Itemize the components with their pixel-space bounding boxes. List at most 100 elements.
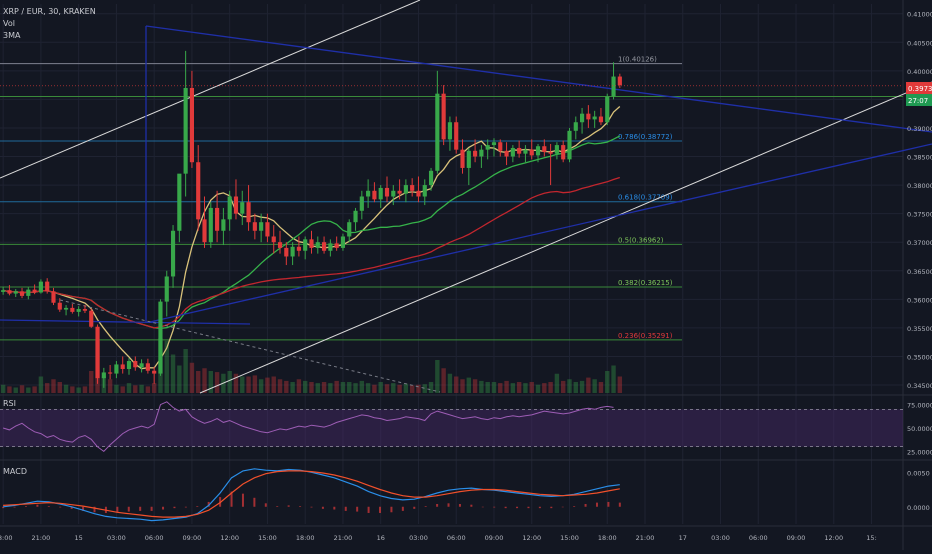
macd-histogram-bar xyxy=(595,502,598,507)
candle-body xyxy=(403,185,408,194)
candle-body xyxy=(617,76,622,86)
candle-body xyxy=(321,242,327,251)
time-tick-label: 18:00 xyxy=(0,534,13,542)
price-tick-label: 0.38000 xyxy=(907,182,932,190)
candle-body xyxy=(126,361,132,370)
volume-bar xyxy=(605,371,610,393)
macd-histogram-bar xyxy=(299,506,302,507)
volume-bar xyxy=(428,382,434,393)
candle-body xyxy=(561,145,566,160)
time-tick-label: 15 xyxy=(75,534,83,542)
volume-bar xyxy=(403,383,409,393)
candle-body xyxy=(372,190,377,200)
candle-body xyxy=(598,116,604,123)
macd-histogram-bar xyxy=(516,506,519,509)
volume-bar xyxy=(397,384,402,393)
volume-bar xyxy=(454,376,459,393)
time-tick-label: 18:00 xyxy=(296,534,315,542)
candle-body xyxy=(38,281,43,293)
price-tick-label: 0.38500 xyxy=(907,154,932,162)
price-tick-label: 0.34500 xyxy=(907,382,932,390)
trading-chart[interactable]: 1(0.40126) 0.786(0.38772) 0.618(0.37709) 0.… xyxy=(0,0,932,550)
volume-bar xyxy=(309,382,314,393)
price-tick-label: 0.39000 xyxy=(907,125,932,133)
candle-body xyxy=(183,87,188,174)
time-tick-label: 03:00 xyxy=(711,534,730,542)
rsi-tick-label: 25.0000 xyxy=(907,448,932,456)
volume-bar xyxy=(353,383,358,393)
candle-body xyxy=(7,290,12,294)
candle-body xyxy=(133,361,138,368)
candle-body xyxy=(189,87,195,163)
volume-bar xyxy=(510,383,516,393)
volume-bar xyxy=(548,382,553,393)
volume-bar xyxy=(447,373,453,393)
time-tick-label: 12:00 xyxy=(522,534,541,542)
candle-body xyxy=(315,242,320,248)
time-tick-label: 15:00 xyxy=(560,534,579,542)
time-tick-label: 15:00 xyxy=(258,534,277,542)
candle-body xyxy=(70,307,75,312)
macd-histogram-bar xyxy=(47,506,50,507)
last-price-value: 0.39737 xyxy=(908,85,932,93)
volume-bar xyxy=(265,377,270,393)
rsi-tick-label: 75.0000 xyxy=(907,402,932,410)
volume-bar xyxy=(114,384,119,393)
candle-body xyxy=(296,246,301,251)
volume-bar xyxy=(107,379,113,393)
time-tick-label: 21:00 xyxy=(32,534,51,542)
rsi-tick-label: 50.0000 xyxy=(907,425,932,433)
candle-body xyxy=(548,151,553,154)
volume-bar xyxy=(240,376,245,393)
macd-histogram-bar xyxy=(413,506,416,509)
candle-body xyxy=(290,246,295,257)
chart-window: 1(0.40126) 0.786(0.38772) 0.618(0.37709) 0.… xyxy=(0,0,932,550)
candle-body xyxy=(63,307,69,310)
macd-histogram-bar xyxy=(162,506,165,510)
volume-bar xyxy=(296,379,302,393)
time-tick-label: 06:00 xyxy=(447,534,466,542)
candle-body xyxy=(328,243,333,251)
volume-bar xyxy=(202,368,207,393)
volume-bar xyxy=(504,380,509,393)
volume-bar xyxy=(177,365,182,393)
candle-body xyxy=(32,289,37,293)
candle-body xyxy=(498,142,503,151)
macd-histogram-bar xyxy=(150,506,153,511)
macd-histogram-bar xyxy=(481,506,484,508)
macd-pane-label: MACD xyxy=(3,467,27,476)
time-tick-label: 17 xyxy=(679,534,687,542)
candle-body xyxy=(202,219,207,243)
candle-body xyxy=(529,149,534,156)
candle-body xyxy=(196,162,201,220)
candle-body xyxy=(573,122,578,131)
volume-bar xyxy=(151,383,157,393)
candle-body xyxy=(347,222,352,237)
candle-body xyxy=(586,113,591,120)
volume-bar xyxy=(321,382,327,393)
fib-level-label: 0.5(0.36962) xyxy=(618,236,664,244)
volume-bar xyxy=(89,371,94,393)
candle-body xyxy=(158,301,163,374)
volume-bar xyxy=(359,380,365,393)
study-label-3ma: 3MA xyxy=(3,31,21,40)
candle-body xyxy=(605,96,610,123)
macd-histogram-bar xyxy=(550,506,553,509)
candle-body xyxy=(441,93,446,140)
macd-line xyxy=(3,468,620,522)
time-tick-label: 12:00 xyxy=(824,534,843,542)
price-tick-label: 0.36500 xyxy=(907,268,932,276)
volume-bar xyxy=(365,383,371,393)
candle-body xyxy=(435,93,440,171)
macd-histogram-bar xyxy=(321,506,324,509)
volume-bar xyxy=(491,382,497,393)
time-tick-label: 21:00 xyxy=(334,534,353,542)
volume-bar xyxy=(535,384,541,393)
candle-body xyxy=(221,219,226,231)
macd-histogram-bar xyxy=(458,504,461,507)
volume-bar xyxy=(441,368,446,393)
volume-bar xyxy=(44,383,50,393)
macd-histogram-bar xyxy=(184,506,187,508)
candle-body xyxy=(170,230,176,277)
macd-histogram-bar xyxy=(538,506,541,509)
